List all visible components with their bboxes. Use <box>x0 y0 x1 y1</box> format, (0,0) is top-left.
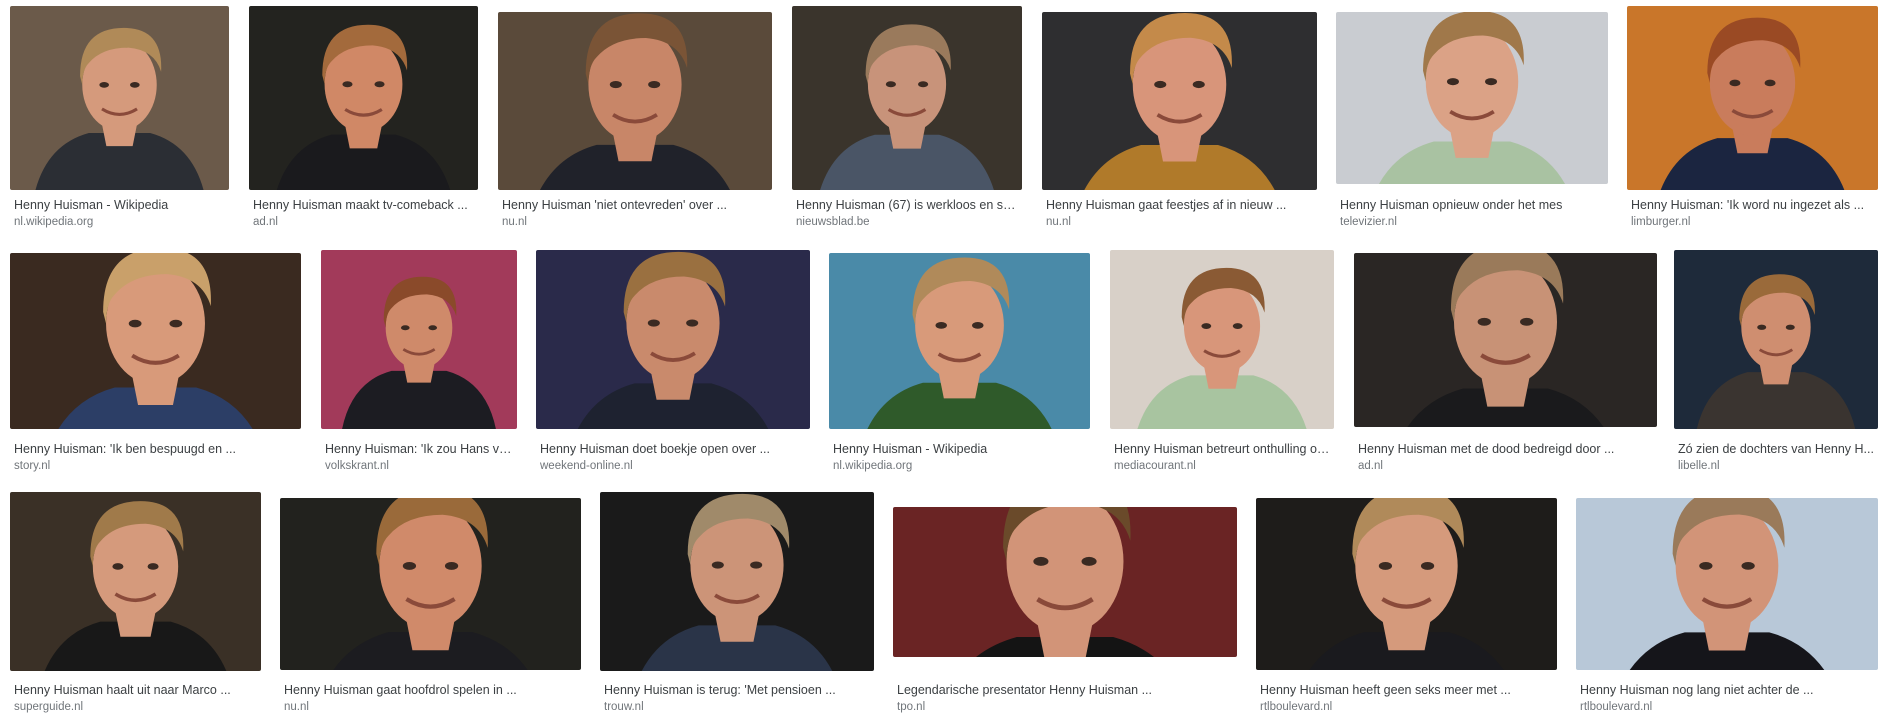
image-result[interactable]: Henny Huisman - Wikipedia nl.wikipedia.or… <box>10 6 229 231</box>
result-thumbnail[interactable] <box>321 250 517 429</box>
result-source[interactable]: trouw.nl <box>604 700 870 714</box>
result-source[interactable]: nl.wikipedia.org <box>833 459 1086 473</box>
image-result[interactable]: Legendarische presentator Henny Huisman … <box>893 492 1237 716</box>
image-result[interactable]: Henny Huisman (67) is werkloos en sn... n… <box>792 6 1022 231</box>
image-result[interactable]: Henny Huisman: 'Ik zou Hans va... volkskr… <box>321 250 517 475</box>
result-title[interactable]: Henny Huisman heeft geen seks meer met .… <box>1260 682 1553 698</box>
image-result[interactable]: Henny Huisman - Wikipedia nl.wikipedia.or… <box>829 250 1090 475</box>
image-result[interactable]: Henny Huisman betreurt onthulling ov... m… <box>1110 250 1334 475</box>
image-result[interactable]: Henny Huisman 'niet ontevreden' over ...… <box>498 6 772 231</box>
result-thumbnail[interactable] <box>10 6 229 190</box>
result-source[interactable]: nu.nl <box>284 700 577 714</box>
result-thumbnail[interactable] <box>1256 498 1557 670</box>
image-result[interactable]: Henny Huisman maakt tv-comeback ... ad.nl <box>249 6 478 231</box>
result-thumbnail[interactable] <box>1110 250 1334 429</box>
result-source[interactable]: ad.nl <box>1358 459 1653 473</box>
image-result[interactable]: Henny Huisman haalt uit naar Marco ... su… <box>10 492 261 716</box>
result-title[interactable]: Henny Huisman gaat hoofdrol spelen in ..… <box>284 682 577 698</box>
image-result[interactable]: Henny Huisman is terug: 'Met pensioen ..… <box>600 492 874 716</box>
result-title[interactable]: Henny Huisman maakt tv-comeback ... <box>253 197 474 213</box>
result-thumbnail[interactable] <box>498 12 772 190</box>
result-thumbnail[interactable] <box>1627 6 1878 190</box>
result-thumbnail[interactable] <box>1042 12 1317 190</box>
result-thumbnail[interactable] <box>536 250 810 429</box>
result-thumbnail[interactable] <box>10 492 261 671</box>
result-source[interactable]: story.nl <box>14 459 297 473</box>
result-source[interactable]: volkskrant.nl <box>325 459 513 473</box>
result-source[interactable]: weekend-online.nl <box>540 459 806 473</box>
result-source[interactable]: libelle.nl <box>1678 459 1874 473</box>
result-title[interactable]: Henny Huisman: 'Ik word nu ingezet als .… <box>1631 197 1874 213</box>
image-result[interactable]: Henny Huisman nog lang niet achter de ..… <box>1576 492 1878 716</box>
result-source[interactable]: nu.nl <box>1046 215 1313 229</box>
result-thumbnail[interactable] <box>893 507 1237 657</box>
image-result[interactable]: Henny Huisman gaat feestjes af in nieuw … <box>1042 6 1317 231</box>
result-thumbnail[interactable] <box>1674 250 1878 429</box>
image-result[interactable]: Henny Huisman met de dood bedreigd door … <box>1354 250 1657 475</box>
result-source[interactable]: nl.wikipedia.org <box>14 215 225 229</box>
result-thumbnail[interactable] <box>280 498 581 670</box>
result-source[interactable]: rtlboulevard.nl <box>1580 700 1874 714</box>
image-result[interactable]: Henny Huisman: 'Ik word nu ingezet als .… <box>1627 6 1878 231</box>
result-title[interactable]: Henny Huisman: 'Ik zou Hans va... <box>325 441 513 457</box>
result-title[interactable]: Henny Huisman is terug: 'Met pensioen ..… <box>604 682 870 698</box>
result-title[interactable]: Henny Huisman - Wikipedia <box>833 441 1086 457</box>
result-thumbnail[interactable] <box>1576 498 1878 670</box>
result-title[interactable]: Legendarische presentator Henny Huisman … <box>897 682 1233 698</box>
result-thumbnail[interactable] <box>1354 253 1657 427</box>
result-source[interactable]: superguide.nl <box>14 700 257 714</box>
image-result[interactable]: Zó zien de dochters van Henny H... libell… <box>1674 250 1878 475</box>
result-source[interactable]: mediacourant.nl <box>1114 459 1330 473</box>
result-source[interactable]: nieuwsblad.be <box>796 215 1018 229</box>
result-title[interactable]: Henny Huisman betreurt onthulling ov... <box>1114 441 1330 457</box>
image-result[interactable]: Henny Huisman opnieuw onder het mes telev… <box>1336 6 1608 231</box>
result-title[interactable]: Henny Huisman met de dood bedreigd door … <box>1358 441 1653 457</box>
result-title[interactable]: Henny Huisman (67) is werkloos en sn... <box>796 197 1018 213</box>
result-title[interactable]: Henny Huisman opnieuw onder het mes <box>1340 197 1604 213</box>
result-source[interactable]: televizier.nl <box>1340 215 1604 229</box>
result-thumbnail[interactable] <box>600 492 874 671</box>
result-source[interactable]: rtlboulevard.nl <box>1260 700 1553 714</box>
result-title[interactable]: Henny Huisman gaat feestjes af in nieuw … <box>1046 197 1313 213</box>
image-result[interactable]: Henny Huisman gaat hoofdrol spelen in ..… <box>280 492 581 716</box>
result-title[interactable]: Henny Huisman 'niet ontevreden' over ... <box>502 197 768 213</box>
result-source[interactable]: limburger.nl <box>1631 215 1874 229</box>
result-title[interactable]: Henny Huisman doet boekje open over ... <box>540 441 806 457</box>
image-result[interactable]: Henny Huisman doet boekje open over ... w… <box>536 250 810 475</box>
result-thumbnail[interactable] <box>249 6 478 190</box>
result-source[interactable]: tpo.nl <box>897 700 1233 714</box>
result-title[interactable]: Henny Huisman: 'Ik ben bespuugd en ... <box>14 441 297 457</box>
result-thumbnail[interactable] <box>1336 12 1608 184</box>
result-source[interactable]: nu.nl <box>502 215 768 229</box>
result-source[interactable]: ad.nl <box>253 215 474 229</box>
image-result[interactable]: Henny Huisman: 'Ik ben bespuugd en ... st… <box>10 250 301 475</box>
result-title[interactable]: Henny Huisman nog lang niet achter de ..… <box>1580 682 1874 698</box>
result-title[interactable]: Henny Huisman haalt uit naar Marco ... <box>14 682 257 698</box>
result-thumbnail[interactable] <box>792 6 1022 190</box>
result-title[interactable]: Henny Huisman - Wikipedia <box>14 197 225 213</box>
result-thumbnail[interactable] <box>10 253 301 429</box>
image-result[interactable]: Henny Huisman heeft geen seks meer met .… <box>1256 492 1557 716</box>
result-thumbnail[interactable] <box>829 253 1090 429</box>
result-title[interactable]: Zó zien de dochters van Henny H... <box>1678 441 1874 457</box>
